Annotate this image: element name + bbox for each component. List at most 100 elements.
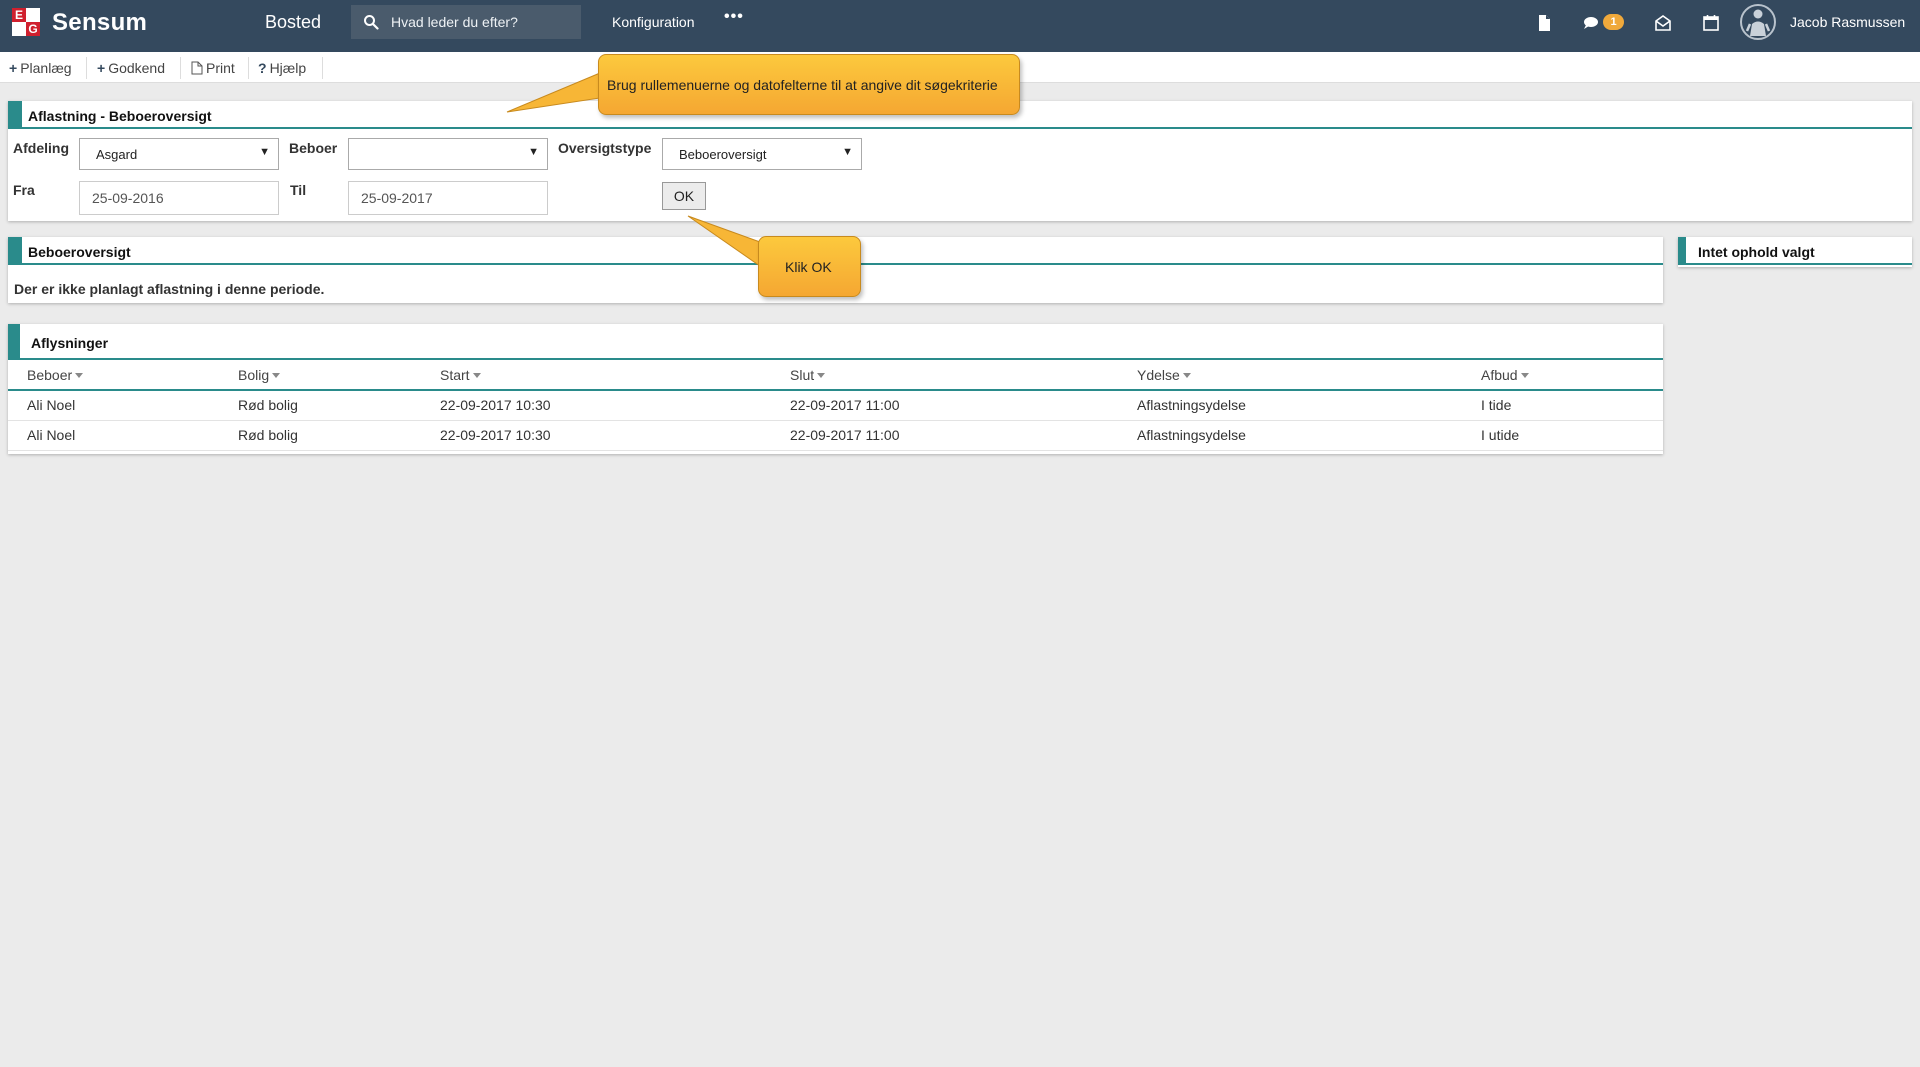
cell-service: Aflastningsydelse	[1118, 420, 1462, 451]
cell-start: 22-09-2017 10:30	[421, 390, 771, 421]
caret-down-icon: ▼	[259, 146, 270, 158]
chat-icon[interactable]	[1582, 14, 1600, 32]
plus-icon: +	[9, 60, 18, 76]
to-date-field[interactable]	[348, 181, 548, 215]
notification-badge[interactable]: 1	[1603, 14, 1624, 30]
approve-button[interactable]: + Godkend	[97, 59, 165, 77]
print-label: Print	[206, 60, 235, 76]
filter-panel-title: Aflastning - Beboeroversigt	[28, 108, 212, 124]
callout-pointer	[687, 215, 761, 267]
user-avatar-icon[interactable]	[1740, 4, 1776, 40]
person-silhouette-icon	[1745, 9, 1771, 36]
more-menu-button[interactable]: •••	[724, 8, 744, 26]
cell-end: 22-09-2017 11:00	[771, 390, 1118, 421]
cell-resident: Ali Noel	[8, 420, 219, 451]
sort-caret-icon	[1182, 373, 1191, 379]
toolbar-divider	[322, 57, 323, 79]
department-label: Afdeling	[13, 140, 69, 156]
logo-letter-e: E	[12, 8, 26, 22]
column-header-start[interactable]: Start	[421, 360, 771, 391]
search-icon	[364, 15, 379, 30]
cell-service: Aflastningsydelse	[1118, 390, 1462, 421]
cancellations-table: Beboer Bolig Start Slut Ydelse Afbud Ali…	[8, 360, 1663, 451]
cell-cancellation: I tide	[1462, 390, 1663, 421]
brand-name[interactable]: Sensum	[52, 9, 147, 37]
department-select[interactable]: Asgard ▼	[79, 138, 279, 170]
sort-caret-icon	[1520, 373, 1529, 379]
ok-hint-callout: Klik OK	[758, 236, 861, 297]
cell-end: 22-09-2017 11:00	[771, 420, 1118, 451]
approve-label: Godkend	[108, 60, 166, 76]
to-date-label: Til	[290, 182, 307, 198]
plus-icon: +	[97, 60, 106, 76]
toolbar-divider	[248, 57, 249, 79]
cell-cancellation: I utide	[1462, 420, 1663, 451]
column-header-resident[interactable]: Beboer	[8, 360, 219, 391]
pdf-icon	[191, 61, 203, 75]
plan-label: Planlæg	[20, 60, 72, 76]
config-link[interactable]: Konfiguration	[612, 14, 695, 30]
cell-residence: Rød bolig	[219, 420, 421, 451]
callout-pointer	[506, 72, 601, 113]
caret-down-icon: ▼	[842, 146, 853, 158]
search-box[interactable]	[351, 5, 581, 39]
logo-square-white	[26, 8, 40, 22]
panel-accent	[8, 324, 20, 360]
search-input[interactable]	[391, 5, 577, 39]
from-date-label: Fra	[13, 182, 35, 198]
department-value: Asgard	[96, 147, 138, 162]
toolbar-divider	[86, 57, 87, 79]
from-date-field[interactable]	[79, 181, 279, 215]
logo-letter-g: G	[26, 22, 40, 36]
overview-type-select[interactable]: Beboeroversigt ▼	[662, 138, 862, 170]
stay-panel-header: Intet ophold valgt	[1678, 237, 1912, 265]
cell-start: 22-09-2017 10:30	[421, 420, 771, 451]
caret-down-icon: ▼	[528, 146, 539, 158]
logo-square-white-2	[12, 22, 26, 36]
cancellations-panel-title: Aflysninger	[31, 335, 109, 351]
mail-icon[interactable]	[1654, 14, 1672, 32]
overview-type-value: Beboeroversigt	[679, 147, 767, 162]
cancellations-panel-header: Aflysninger	[8, 324, 1663, 360]
help-button[interactable]: ? Hjælp	[258, 59, 306, 77]
column-header-residence[interactable]: Bolig	[219, 360, 421, 391]
sort-caret-icon	[817, 373, 826, 379]
document-icon[interactable]	[1535, 14, 1553, 32]
filter-panel: Aflastning - Beboeroversigt Afdeling Asg…	[8, 101, 1912, 221]
empty-period-message: Der er ikke planlagt aflastning i denne …	[14, 281, 325, 297]
ok-button[interactable]: OK	[662, 182, 706, 210]
question-icon: ?	[258, 60, 267, 76]
resident-label: Beboer	[289, 140, 338, 156]
cell-resident: Ali Noel	[8, 390, 219, 421]
top-navigation-bar: E G Sensum Bosted Konfiguration ••• 1	[0, 0, 1920, 52]
overview-panel-title: Beboeroversigt	[28, 244, 131, 260]
column-header-cancellation[interactable]: Afbud	[1462, 360, 1663, 391]
sort-caret-icon	[472, 373, 481, 379]
cancellations-panel: Aflysninger Beboer Bolig Start Slut Ydel…	[8, 324, 1663, 454]
module-name[interactable]: Bosted	[265, 12, 321, 33]
sort-caret-icon	[75, 373, 84, 379]
ok-hint-text: Klik OK	[785, 259, 832, 275]
print-button[interactable]: Print	[191, 59, 235, 77]
calendar-icon[interactable]	[1702, 14, 1720, 32]
panel-accent	[1678, 237, 1686, 265]
cell-residence: Rød bolig	[219, 390, 421, 421]
table-row[interactable]: Ali Noel Rød bolig 22-09-2017 10:30 22-0…	[8, 390, 1663, 421]
table-row[interactable]: Ali Noel Rød bolig 22-09-2017 10:30 22-0…	[8, 420, 1663, 451]
toolbar-divider	[180, 57, 181, 79]
criteria-hint-callout: Brug rullemenuerne og datofelterne til a…	[598, 54, 1020, 115]
overview-type-label: Oversigtstype	[558, 140, 652, 156]
criteria-hint-text: Brug rullemenuerne og datofelterne til a…	[607, 77, 998, 93]
sort-caret-icon	[272, 373, 281, 379]
eg-logo-icon[interactable]: E G	[12, 8, 42, 38]
stay-panel-title: Intet ophold valgt	[1698, 244, 1815, 260]
resident-select[interactable]: ▼	[348, 138, 548, 170]
table-header-row: Beboer Bolig Start Slut Ydelse Afbud	[8, 360, 1663, 391]
panel-accent	[8, 101, 22, 129]
column-header-end[interactable]: Slut	[771, 360, 1118, 391]
stay-details-panel: Intet ophold valgt	[1678, 237, 1912, 267]
column-header-service[interactable]: Ydelse	[1118, 360, 1462, 391]
help-label: Hjælp	[269, 60, 307, 76]
user-name[interactable]: Jacob Rasmussen	[1790, 14, 1905, 30]
plan-button[interactable]: + Planlæg	[9, 59, 72, 77]
